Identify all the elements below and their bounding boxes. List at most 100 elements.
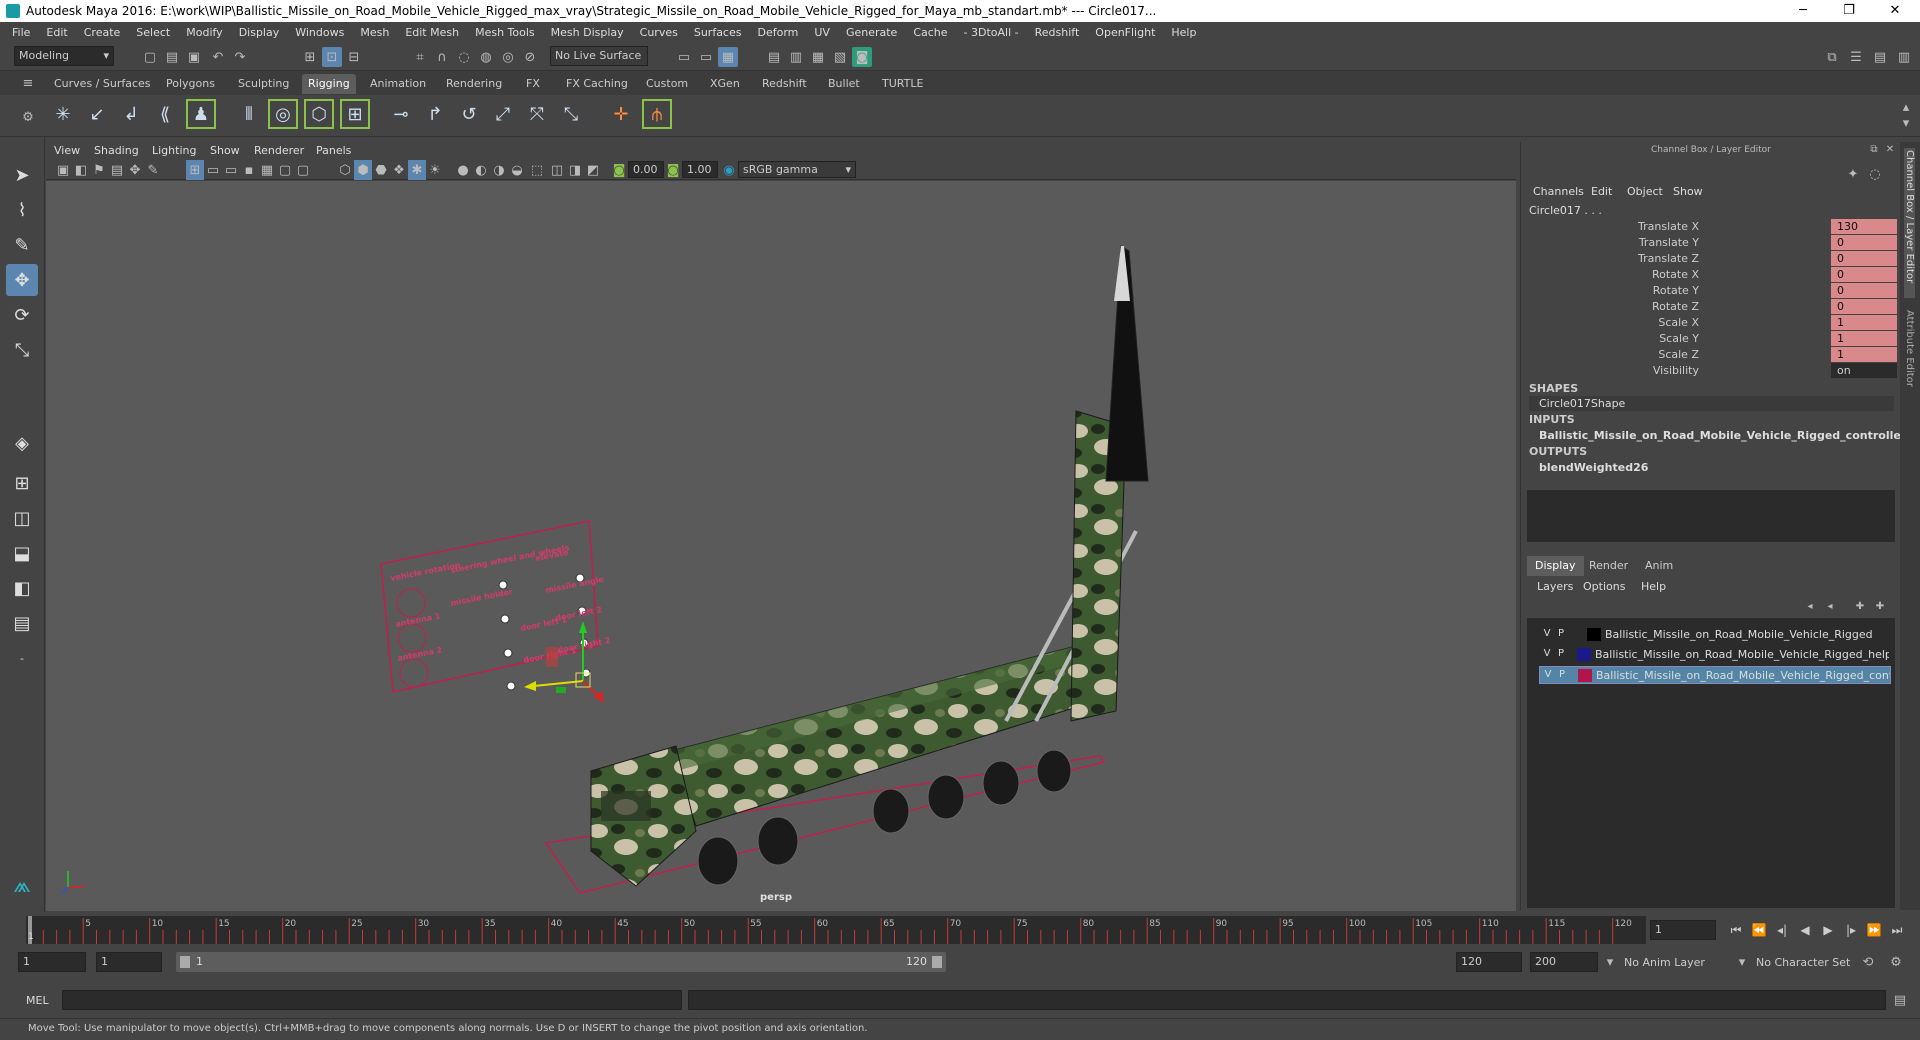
- range-handle-end[interactable]: [932, 956, 942, 968]
- speed-icon[interactable]: ◌: [1865, 164, 1885, 184]
- shelf-tab-custom[interactable]: Custom: [640, 74, 694, 94]
- layer-row[interactable]: V P Ballistic_Missile_on_Road_Mobile_Vehic…: [1539, 626, 1891, 644]
- close-panel-icon[interactable]: ✕: [1883, 142, 1897, 156]
- shelf-tab-turtle[interactable]: TURTLE: [876, 74, 929, 94]
- side-by-side-layout-icon[interactable]: ◫: [6, 502, 38, 534]
- paint-select-tool-icon[interactable]: ✎: [6, 229, 38, 261]
- image-plane-icon[interactable]: ▤: [108, 160, 126, 180]
- layer-visibility-toggle[interactable]: V: [1542, 669, 1554, 680]
- ik-spline-icon[interactable]: ↲: [116, 99, 146, 129]
- channel-row[interactable]: Scale Y 1: [1521, 331, 1901, 347]
- menu-display[interactable]: Display: [231, 26, 288, 39]
- redo-icon[interactable]: ↷: [230, 47, 250, 67]
- new-layer-icon[interactable]: ✚: [1851, 596, 1869, 616]
- xray-active-icon[interactable]: ◩: [584, 160, 602, 180]
- start-time-field[interactable]: 1: [18, 952, 86, 972]
- menu-3dtoall[interactable]: - 3DtoAll -: [956, 26, 1027, 39]
- tab-channel-box[interactable]: Channel Box / Layer Editor: [1904, 148, 1915, 298]
- motion-blur-icon[interactable]: ◐: [472, 160, 490, 180]
- range-handle-start[interactable]: [180, 956, 190, 968]
- menu-edit-mesh[interactable]: Edit Mesh: [397, 26, 467, 39]
- channel-value[interactable]: 0: [1831, 283, 1897, 298]
- channel-row[interactable]: Rotate Y 0: [1521, 283, 1901, 299]
- channel-row[interactable]: Translate Y 0: [1521, 235, 1901, 251]
- tool-settings-toggle-icon[interactable]: ▤: [1870, 47, 1890, 67]
- current-frame-field[interactable]: 1: [1650, 920, 1716, 940]
- grease-pencil-icon[interactable]: ✎: [144, 160, 162, 180]
- perspective-viewport[interactable]: vehicle rotation steering wheel and wheel…: [46, 181, 1516, 911]
- mel-label[interactable]: MEL: [26, 994, 49, 1007]
- play-backward-button[interactable]: ◀: [1795, 918, 1815, 942]
- smooth-shade-icon[interactable]: ⬢: [354, 160, 372, 180]
- toolbox-more-icon[interactable]: -: [6, 642, 38, 674]
- scale-constraint-icon[interactable]: ⤢: [488, 99, 518, 129]
- wireframe-icon[interactable]: ⬡: [336, 160, 354, 180]
- wireframe-on-shaded-icon[interactable]: ⬣: [372, 160, 390, 180]
- move-layer-down-icon[interactable]: ◂: [1821, 596, 1839, 616]
- channel-value[interactable]: 130: [1831, 219, 1897, 234]
- render-setup-icon[interactable]: ◙: [852, 47, 872, 67]
- undo-icon[interactable]: ↶: [208, 47, 228, 67]
- maximize-button[interactable]: ❐: [1826, 0, 1872, 22]
- snap-curve-icon[interactable]: ∩: [432, 47, 452, 67]
- shelf-tab-sculpting[interactable]: Sculpting: [232, 74, 295, 94]
- cluster-icon[interactable]: ⊞: [340, 99, 370, 129]
- film-gate-icon[interactable]: ▭: [204, 160, 222, 180]
- shelf-tab-redshift[interactable]: Redshift: [756, 74, 813, 94]
- render-settings-icon[interactable]: ▦: [808, 47, 828, 67]
- menu-mesh[interactable]: Mesh: [352, 26, 397, 39]
- anim-layer-label[interactable]: No Anim Layer: [1624, 956, 1705, 969]
- layer-color-swatch[interactable]: [1587, 628, 1601, 641]
- close-button[interactable]: ✕: [1872, 0, 1918, 22]
- viewport-menu-shading[interactable]: Shading: [94, 144, 139, 157]
- save-scene-icon[interactable]: ▣: [184, 47, 204, 67]
- shelf-tab-rigging[interactable]: Rigging: [302, 74, 356, 94]
- pole-vector-icon[interactable]: ⤡: [556, 99, 586, 129]
- scene-canvas[interactable]: vehicle rotationsteering wheel and wheel…: [46, 181, 1516, 911]
- menu-cache[interactable]: Cache: [905, 26, 955, 39]
- channel-row[interactable]: Visibility on: [1521, 363, 1901, 379]
- channel-row[interactable]: Translate Z 0: [1521, 251, 1901, 267]
- layer-menu-help[interactable]: Help: [1641, 580, 1666, 593]
- textured-icon[interactable]: ❖: [390, 160, 408, 180]
- ik-handle-icon[interactable]: ↙: [82, 99, 112, 129]
- viewport-menu-view[interactable]: View: [54, 144, 80, 157]
- isolate-select-icon[interactable]: ⬚: [528, 160, 546, 180]
- snap-view-icon[interactable]: ◍: [476, 47, 496, 67]
- new-layer-selected-icon[interactable]: ✚: [1871, 596, 1889, 616]
- aim-constraint-icon[interactable]: ↱: [420, 99, 450, 129]
- bind-skin-icon[interactable]: ♟: [186, 99, 216, 129]
- menu-set-dropdown[interactable]: Modeling ▾: [14, 46, 114, 66]
- menu-help[interactable]: Help: [1163, 26, 1204, 39]
- open-scene-icon[interactable]: ▤: [162, 47, 182, 67]
- shelf-tab-fx-caching[interactable]: FX Caching: [560, 74, 634, 94]
- auto-key-icon[interactable]: ⟲: [1858, 952, 1878, 972]
- playback-end-field[interactable]: 120: [1456, 952, 1522, 972]
- point-constraint-icon[interactable]: ⊸: [386, 99, 416, 129]
- channel-value[interactable]: 0: [1831, 267, 1897, 282]
- menu-edit[interactable]: Edit: [38, 26, 75, 39]
- resolution-gate-icon[interactable]: ▭: [222, 160, 240, 180]
- attribute-editor-toggle-icon[interactable]: ☰: [1846, 47, 1866, 67]
- output-node[interactable]: blendWeighted26: [1539, 461, 1648, 474]
- playback-start-field[interactable]: 1: [96, 952, 162, 972]
- channel-menu-edit[interactable]: Edit: [1591, 185, 1612, 198]
- gamma-field[interactable]: 1.00: [682, 161, 718, 178]
- channel-menu-channels[interactable]: Channels: [1533, 185, 1584, 198]
- input-ops-icon[interactable]: ▭: [674, 47, 694, 67]
- snap-surface-icon[interactable]: ◎: [498, 47, 518, 67]
- lattice-icon[interactable]: ◎: [268, 99, 298, 129]
- render-frame-icon[interactable]: ▤: [764, 47, 784, 67]
- channel-value[interactable]: 1: [1831, 347, 1897, 362]
- xray-joints-icon[interactable]: ◨: [566, 160, 584, 180]
- select-tool-icon[interactable]: ➤: [6, 159, 38, 191]
- outliner-layout-icon[interactable]: ▤: [6, 607, 38, 639]
- chevron-down-icon[interactable]: ▾: [1600, 952, 1620, 972]
- snap-point-icon[interactable]: ◌: [454, 47, 474, 67]
- channel-row[interactable]: Scale X 1: [1521, 315, 1901, 331]
- step-forward-key-button[interactable]: ⏩: [1864, 918, 1884, 942]
- layer-color-swatch[interactable]: [1578, 669, 1592, 682]
- layer-tab-render[interactable]: Render: [1581, 556, 1636, 576]
- shadows-icon[interactable]: ☀: [426, 160, 444, 180]
- go-to-start-button[interactable]: ⏮: [1726, 918, 1746, 942]
